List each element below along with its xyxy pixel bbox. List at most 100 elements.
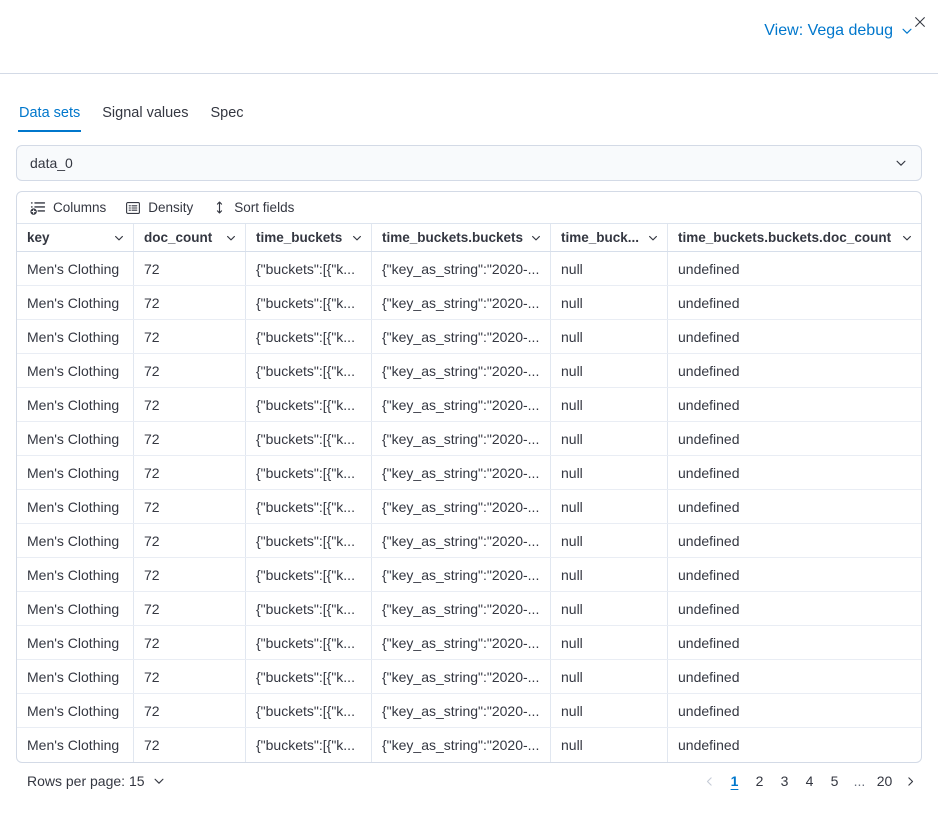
next-page-button[interactable] — [898, 769, 922, 793]
column-header-key[interactable]: key — [17, 224, 134, 251]
chevron-down-icon[interactable] — [530, 232, 542, 244]
table-cell[interactable]: Men's Clothing — [17, 728, 134, 762]
table-cell[interactable]: null — [551, 286, 668, 319]
table-cell[interactable]: {"buckets":[{"k... — [246, 592, 372, 625]
table-cell[interactable]: {"buckets":[{"k... — [246, 558, 372, 591]
table-cell[interactable]: 72 — [134, 490, 246, 523]
table-cell[interactable]: {"buckets":[{"k... — [246, 252, 372, 285]
table-cell[interactable]: undefined — [668, 524, 921, 557]
page-button-3[interactable]: 3 — [773, 769, 796, 793]
column-header-doc-count[interactable]: doc_count — [134, 224, 246, 251]
table-cell[interactable]: Men's Clothing — [17, 252, 134, 285]
table-cell[interactable]: Men's Clothing — [17, 456, 134, 489]
table-cell[interactable]: null — [551, 558, 668, 591]
page-button-5[interactable]: 5 — [823, 769, 846, 793]
table-cell[interactable]: null — [551, 694, 668, 727]
table-cell[interactable]: 72 — [134, 252, 246, 285]
table-cell[interactable]: null — [551, 388, 668, 421]
table-cell[interactable]: {"buckets":[{"k... — [246, 286, 372, 319]
dataset-select[interactable]: data_0 — [16, 145, 922, 181]
table-cell[interactable]: 72 — [134, 422, 246, 455]
table-cell[interactable]: {"key_as_string":"2020-... — [372, 524, 551, 557]
table-cell[interactable]: Men's Clothing — [17, 592, 134, 625]
table-cell[interactable]: 72 — [134, 660, 246, 693]
table-cell[interactable]: undefined — [668, 286, 921, 319]
table-cell[interactable]: Men's Clothing — [17, 694, 134, 727]
chevron-down-icon[interactable] — [647, 232, 659, 244]
table-cell[interactable]: 72 — [134, 320, 246, 353]
table-cell[interactable]: {"buckets":[{"k... — [246, 456, 372, 489]
table-cell[interactable]: {"key_as_string":"2020-... — [372, 694, 551, 727]
table-cell[interactable]: 72 — [134, 728, 246, 762]
table-cell[interactable]: {"key_as_string":"2020-... — [372, 728, 551, 762]
table-cell[interactable]: Men's Clothing — [17, 422, 134, 455]
density-button[interactable]: Density — [125, 200, 193, 216]
table-cell[interactable]: {"key_as_string":"2020-... — [372, 388, 551, 421]
table-cell[interactable]: 72 — [134, 388, 246, 421]
table-cell[interactable]: undefined — [668, 422, 921, 455]
table-cell[interactable]: null — [551, 252, 668, 285]
table-cell[interactable]: Men's Clothing — [17, 388, 134, 421]
table-cell[interactable]: null — [551, 490, 668, 523]
table-cell[interactable]: 72 — [134, 286, 246, 319]
chevron-down-icon[interactable] — [901, 232, 913, 244]
column-header-time-buckets-buckets[interactable]: time_buckets.buckets — [372, 224, 551, 251]
table-cell[interactable]: null — [551, 354, 668, 387]
table-cell[interactable]: {"buckets":[{"k... — [246, 524, 372, 557]
table-cell[interactable]: 72 — [134, 626, 246, 659]
table-cell[interactable]: {"buckets":[{"k... — [246, 728, 372, 762]
table-cell[interactable]: undefined — [668, 456, 921, 489]
table-cell[interactable]: undefined — [668, 490, 921, 523]
table-cell[interactable]: {"key_as_string":"2020-... — [372, 456, 551, 489]
page-button-1[interactable]: 1 — [723, 769, 746, 793]
view-selector[interactable]: View: Vega debug — [764, 22, 914, 40]
tab-signal-values[interactable]: Signal values — [101, 102, 189, 132]
table-cell[interactable]: undefined — [668, 558, 921, 591]
table-cell[interactable]: undefined — [668, 252, 921, 285]
table-cell[interactable]: 72 — [134, 456, 246, 489]
chevron-down-icon[interactable] — [351, 232, 363, 244]
table-cell[interactable]: {"buckets":[{"k... — [246, 422, 372, 455]
table-cell[interactable]: 72 — [134, 354, 246, 387]
table-cell[interactable]: {"key_as_string":"2020-... — [372, 558, 551, 591]
table-cell[interactable]: {"key_as_string":"2020-... — [372, 286, 551, 319]
table-cell[interactable]: undefined — [668, 694, 921, 727]
column-header-time-buckets-truncated[interactable]: time_buck... — [551, 224, 668, 251]
table-cell[interactable]: {"buckets":[{"k... — [246, 694, 372, 727]
table-cell[interactable]: null — [551, 660, 668, 693]
table-cell[interactable]: null — [551, 524, 668, 557]
table-cell[interactable]: {"key_as_string":"2020-... — [372, 490, 551, 523]
table-cell[interactable]: null — [551, 626, 668, 659]
column-header-time-buckets[interactable]: time_buckets — [246, 224, 372, 251]
table-cell[interactable]: Men's Clothing — [17, 626, 134, 659]
table-cell[interactable]: undefined — [668, 660, 921, 693]
previous-page-button[interactable] — [697, 769, 721, 793]
chevron-down-icon[interactable] — [113, 232, 125, 244]
sort-fields-button[interactable]: Sort fields — [212, 200, 294, 215]
tab-spec[interactable]: Spec — [210, 102, 245, 132]
table-cell[interactable]: {"key_as_string":"2020-... — [372, 252, 551, 285]
table-cell[interactable]: Men's Clothing — [17, 354, 134, 387]
table-cell[interactable]: {"key_as_string":"2020-... — [372, 320, 551, 353]
rows-per-page-button[interactable]: Rows per page: 15 — [16, 773, 166, 789]
page-button-4[interactable]: 4 — [798, 769, 821, 793]
table-cell[interactable]: {"buckets":[{"k... — [246, 626, 372, 659]
table-cell[interactable]: 72 — [134, 592, 246, 625]
table-cell[interactable]: 72 — [134, 558, 246, 591]
table-cell[interactable]: Men's Clothing — [17, 558, 134, 591]
page-button-2[interactable]: 2 — [748, 769, 771, 793]
table-cell[interactable]: Men's Clothing — [17, 320, 134, 353]
table-cell[interactable]: null — [551, 592, 668, 625]
table-cell[interactable]: null — [551, 456, 668, 489]
table-cell[interactable]: undefined — [668, 626, 921, 659]
table-cell[interactable]: Men's Clothing — [17, 490, 134, 523]
table-cell[interactable]: {"buckets":[{"k... — [246, 388, 372, 421]
table-cell[interactable]: undefined — [668, 320, 921, 353]
table-cell[interactable]: null — [551, 728, 668, 762]
table-cell[interactable]: Men's Clothing — [17, 524, 134, 557]
table-cell[interactable]: 72 — [134, 524, 246, 557]
table-cell[interactable]: {"key_as_string":"2020-... — [372, 660, 551, 693]
chevron-down-icon[interactable] — [225, 232, 237, 244]
table-cell[interactable]: undefined — [668, 728, 921, 762]
table-cell[interactable]: {"key_as_string":"2020-... — [372, 592, 551, 625]
